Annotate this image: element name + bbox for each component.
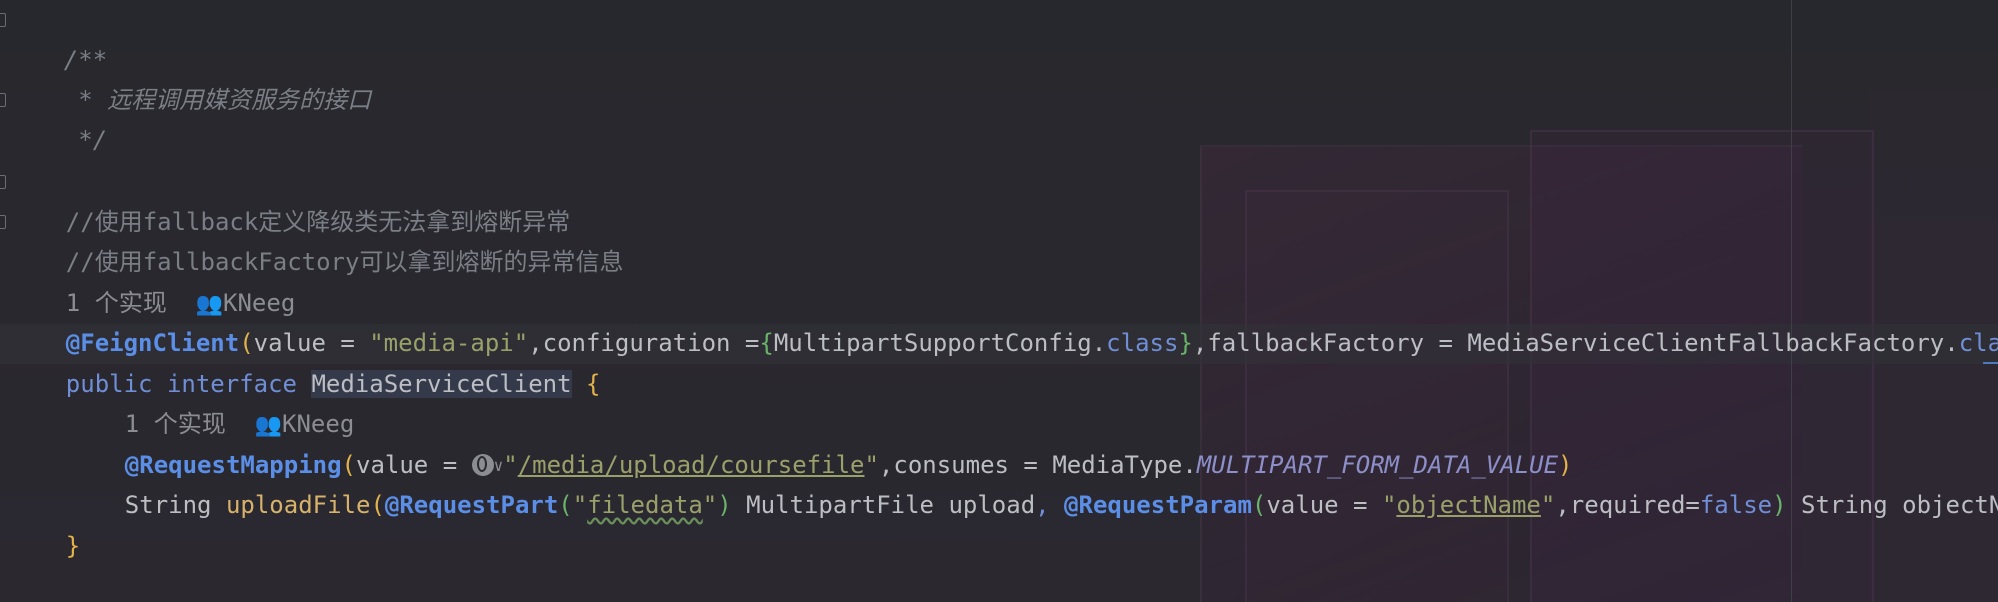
fold-icon[interactable]	[0, 215, 6, 229]
inlay-hint-implementations[interactable]: 1 个实现 👥KNeeg	[0, 364, 354, 438]
code-line-6[interactable]: //使用fallbackFactory可以拿到熔断的异常信息	[0, 202, 623, 276]
brace: }	[1178, 329, 1193, 357]
code-text: value =	[1266, 491, 1382, 519]
fold-icon[interactable]	[0, 93, 6, 107]
inlay-hint-implementations[interactable]: 1 个实现 👥KNeeg	[0, 243, 295, 317]
brace: {	[759, 329, 774, 357]
code-line-11[interactable]: @RequestMapping(value = ∨"/media/upload/…	[0, 405, 1573, 479]
doc-comment-close: */	[63, 126, 108, 154]
string-quote: "	[572, 491, 588, 519]
code-line-13[interactable]: }	[0, 486, 80, 560]
brace: }	[65, 532, 81, 560]
wallpaper-shape	[1245, 190, 1509, 602]
annotation-requestpart: @RequestPart	[384, 491, 559, 519]
string-quote: "	[1381, 491, 1397, 519]
wallpaper-shape	[1530, 130, 1874, 602]
code-line-9[interactable]: public interface MediaServiceClient {	[0, 324, 600, 398]
wallpaper-shape	[1200, 145, 1802, 602]
string-quote: "	[702, 491, 718, 519]
line-comment-text: 可以拿到熔断的异常信息	[359, 248, 624, 276]
code-text: String	[124, 491, 226, 519]
string-literal: filedata	[587, 491, 703, 519]
code-line-5[interactable]: //使用fallback定义降级类无法拿到熔断异常	[0, 162, 570, 236]
string-quote: "	[1540, 491, 1556, 519]
brace: {	[586, 370, 601, 398]
code-text: ,fallbackFactory = MediaServiceClientFal…	[1192, 329, 1959, 357]
keyword: class	[1106, 329, 1179, 357]
paren: (	[558, 491, 573, 519]
keyword: false	[1699, 491, 1773, 519]
code-text: ,required=	[1555, 491, 1700, 519]
comma: ,	[1035, 491, 1065, 519]
code-text: MultipartFile upload	[731, 491, 1036, 519]
paren: )	[1772, 491, 1787, 519]
method-name[interactable]: uploadFile	[226, 491, 371, 519]
code-text: MultipartSupportConfig.	[773, 329, 1107, 357]
code-text: String objectN	[1786, 491, 1998, 519]
fold-icon[interactable]	[0, 175, 6, 189]
paren: (	[370, 491, 385, 519]
fold-icon[interactable]	[0, 13, 6, 27]
paren: (	[1251, 491, 1267, 519]
keyword: cla	[1958, 329, 1998, 357]
code-line-12[interactable]: String uploadFile(@RequestPart("filedata…	[0, 445, 1998, 519]
code-editor[interactable]: /** * 远程调用媒资服务的接口 */ //使用fallback定义降级类无法…	[0, 0, 1998, 602]
paren: )	[717, 491, 732, 519]
annotation-requestparam: @RequestParam	[1064, 491, 1252, 519]
code-line-3[interactable]: */	[0, 80, 107, 154]
code-line-1[interactable]: /**	[0, 0, 107, 74]
code-line-2[interactable]: * 远程调用媒资服务的接口	[0, 40, 371, 114]
doc-comment-text: 远程调用媒资服务的接口	[107, 86, 372, 114]
string-literal: objectName	[1396, 491, 1541, 519]
code-line-8[interactable]: @FeignClient(value = "media-api",configu…	[0, 283, 1998, 357]
